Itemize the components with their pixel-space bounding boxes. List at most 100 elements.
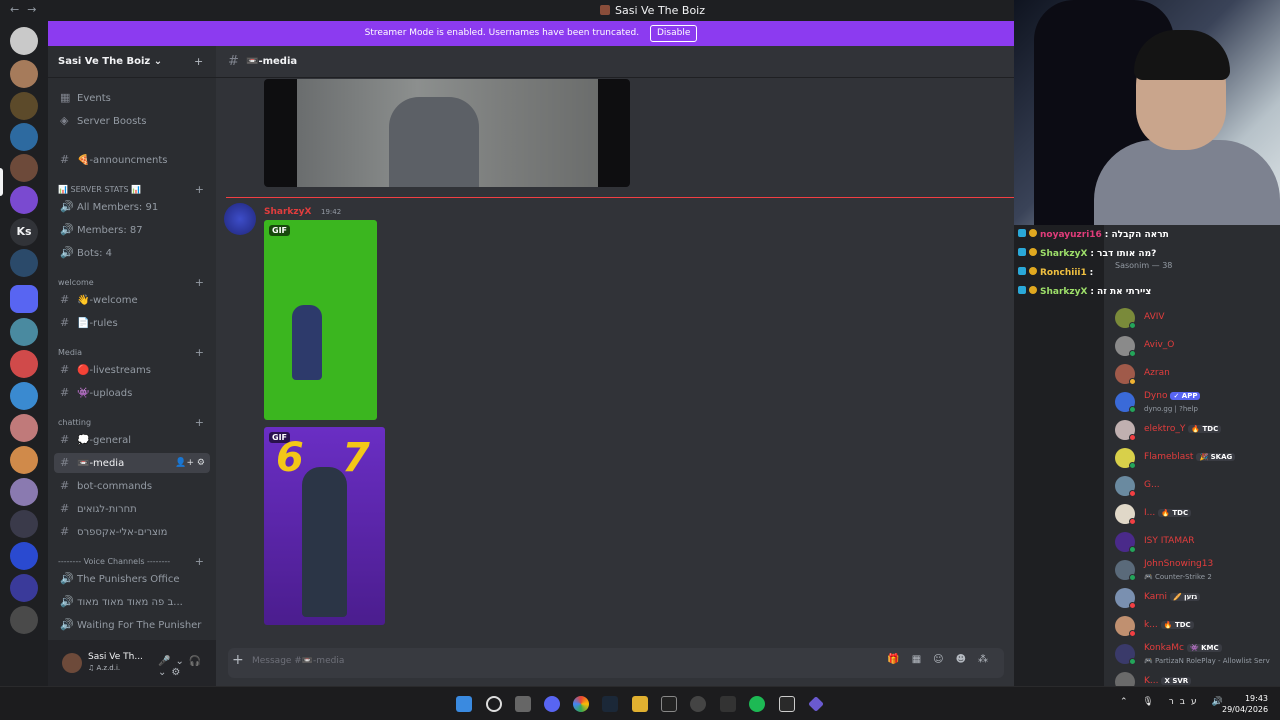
composer-tools[interactable]: 🎁▦☺☻⁂ [887,654,1000,665]
text-channel[interactable]: # תחרות-לגואים [54,499,210,519]
folder-icon[interactable] [10,285,38,313]
voice-controls[interactable]: 🎤⌄🎧⌄⚙ [158,656,216,678]
discord-icon[interactable] [544,696,560,712]
status-dot [1129,518,1136,525]
member-item[interactable]: Aviv_O [1108,333,1276,359]
voice-channel[interactable]: 🔊 All Members: 91 [54,197,210,217]
channel-settings-icon[interactable]: 👤+ ⚙ [175,453,205,473]
member-item[interactable]: I... 🔥 TDC [1108,501,1276,527]
member-name-text: ISY ITAMAR [1144,536,1195,546]
create-channel-icon[interactable]: + [195,276,204,289]
guild-header[interactable]: Sasi Ve The Boiz ⌄ + [48,46,216,78]
text-channel[interactable]: # 📄-rules [54,313,210,333]
add-attachment-button[interactable]: + [232,652,244,668]
invite-icon[interactable]: + [194,55,203,68]
member-item[interactable]: K... X SVR [1108,669,1276,686]
app-icon[interactable] [661,696,677,712]
member-item[interactable]: JohnSnowing13 🎮 Counter-Strike 2 [1108,557,1276,583]
server-icon[interactable] [10,382,38,410]
member-item[interactable]: elektro_Y 🔥 TDC [1108,417,1276,443]
member-activity: 🎮 PartizaN RolePlay - Allowlist Serv [1144,657,1270,665]
boost-item[interactable]: ◈ Server Boosts [54,111,210,131]
channel-category[interactable]: 📊 SERVER STATS 📊 + [58,183,208,196]
text-channel[interactable]: # מוצרים-אלי-אקספרס [54,522,210,542]
server-icon-ks[interactable]: Ks [10,218,38,246]
spotify-icon[interactable] [749,696,765,712]
server-icon[interactable] [10,186,38,214]
taskbar: ⌃ 🎙 עבר 🔊 19:43 29/04/2026 [0,686,1280,720]
server-icon[interactable] [10,154,38,182]
member-item[interactable]: Azran [1108,361,1276,387]
member-item[interactable]: G... [1108,473,1276,499]
video-embed[interactable] [264,79,630,187]
channel-header: # 📼-media [216,46,1014,78]
voice-channel[interactable]: 🔊 ב פה מאוד מאוד מאוד... [54,592,210,612]
channel-category[interactable]: -------- Voice Channels -------- + [58,555,208,568]
clock[interactable]: 19:43 29/04/2026 [1222,693,1268,715]
channel-category[interactable]: Media + [58,346,208,359]
member-item[interactable]: AVIV [1108,305,1276,331]
server-icon[interactable] [10,414,38,442]
server-icon[interactable] [10,249,38,277]
member-item[interactable]: Dyno ✓ APP dyno.gg | ?help [1108,389,1276,415]
gif-attachment[interactable]: GIF 6 7 [264,427,385,625]
server-icon[interactable] [10,27,38,55]
server-icon[interactable] [10,318,38,346]
system-tray[interactable]: ⌃ 🎙 עבר 🔊 [1120,697,1229,707]
server-icon[interactable] [10,350,38,378]
voice-channel[interactable]: 🔊 Bots: 4 [54,243,210,263]
member-item[interactable]: KonkaMc 👾 KMC 🎮 PartizaN RolePlay - Allowl… [1108,641,1276,667]
voice-channel[interactable]: 🔊 Members: 87 [54,220,210,240]
gif-attachment[interactable]: GIF [264,220,377,420]
text-channel[interactable]: # 📼-media 👤+ ⚙ [54,453,210,473]
channel-category[interactable]: chatting + [58,416,208,429]
folder-icon[interactable] [632,696,648,712]
steam-icon[interactable] [602,696,618,712]
text-channel[interactable]: # 👾-uploads [54,383,210,403]
text-channel[interactable]: # bot-commands [54,476,210,496]
member-item[interactable]: Karni 🥖 גזען [1108,585,1276,611]
task-view-icon[interactable] [515,696,531,712]
message-author[interactable]: SharkzyX [264,207,311,217]
channel-category[interactable]: welcome + [58,276,208,289]
create-channel-icon[interactable]: + [195,555,204,568]
app-icon[interactable] [690,696,706,712]
member-item[interactable]: ISY ITAMAR [1108,529,1276,555]
start-icon[interactable] [456,696,472,712]
search-icon[interactable] [486,696,502,712]
text-channel[interactable]: # 🍕-announcments [54,150,210,170]
text-channel[interactable]: # 💭-general [54,430,210,450]
create-channel-icon[interactable]: + [195,416,204,429]
calendar-item[interactable]: ▦ Events [54,88,210,108]
server-icon[interactable] [10,446,38,474]
server-icon[interactable] [10,478,38,506]
server-icon[interactable] [10,606,38,634]
avatar[interactable] [62,653,82,673]
channel-label: 📄-rules [77,318,118,329]
disable-button[interactable]: Disable [649,25,698,42]
server-icon[interactable] [10,123,38,151]
member-item[interactable]: k... 🔥 TDC [1108,613,1276,639]
server-icon[interactable] [10,574,38,602]
voice-channel[interactable]: 🔊 Waiting For The Punisher [54,615,210,635]
category-label: 📊 SERVER STATS 📊 [58,185,142,194]
server-icon[interactable] [10,510,38,538]
text-channel[interactable]: # 👋-welcome [54,290,210,310]
create-channel-icon[interactable]: + [195,346,204,359]
app-icon[interactable] [720,696,736,712]
server-icon[interactable] [10,60,38,88]
nav-arrows[interactable]: ←→ [10,3,44,16]
chrome-icon[interactable] [573,696,589,712]
boost-icon: ◈ [60,114,69,127]
member-item[interactable]: Flameblast 🎉 SKAG [1108,445,1276,471]
epic-games-icon[interactable] [779,696,795,712]
server-icon[interactable] [10,542,38,570]
create-channel-icon[interactable]: + [195,183,204,196]
text-channel[interactable]: # 🔴-livestreams [54,360,210,380]
author-avatar[interactable] [224,203,256,235]
server-icon[interactable] [10,92,38,120]
voice-channel[interactable]: 🔊 The Punishers Office [54,569,210,589]
member-name-text: KonkaMc [1144,643,1184,653]
app-icon[interactable] [808,696,824,712]
category-label: welcome [58,278,94,287]
